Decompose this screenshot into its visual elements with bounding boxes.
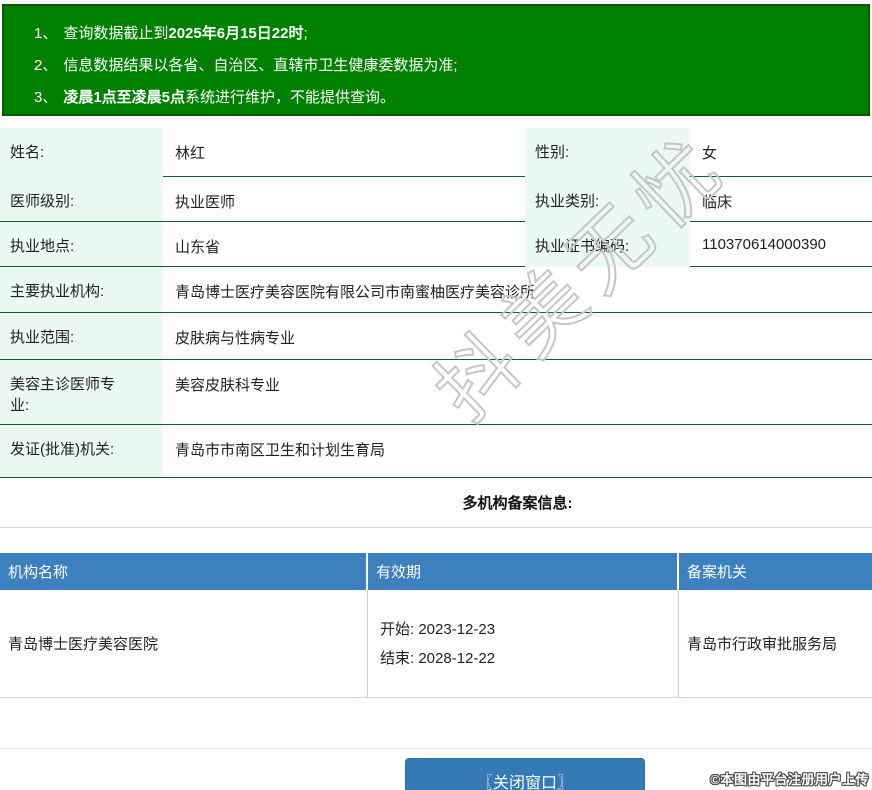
table-row-main-institution: 主要执业机构: 青岛博士医疗美容医院有限公司市南蜜柚医疗美容诊所 bbox=[0, 267, 872, 313]
notice-text: 信息数据结果以各省、自治区、直辖市卫生健康委数据为准; bbox=[63, 57, 458, 74]
table-row-cosmetic-specialty: 美容主诊医师专业: 美容皮肤科专业 bbox=[0, 360, 872, 425]
notice-line-3: 3、 凌晨1点至凌晨5点系统进行维护，不能提供查询。 bbox=[34, 82, 858, 114]
validity-end-line: 结束: 2028-12-22 bbox=[380, 644, 495, 673]
filing-table-row: 青岛博士医疗美容医院 开始: 2023-12-23 结束: 2028-12-22… bbox=[0, 590, 872, 698]
validity-end-label: 结束: bbox=[380, 649, 415, 667]
field-value-main-institution: 青岛博士医疗美容医院有限公司市南蜜柚医疗美容诊所 bbox=[163, 267, 872, 313]
notice-line-2: 2、 信息数据结果以各省、自治区、直辖市卫生健康委数据为准; bbox=[34, 50, 858, 82]
field-value-practice-category: 临床 bbox=[690, 177, 872, 222]
field-value-gender: 女 bbox=[690, 128, 872, 177]
notice-number: 3、 bbox=[34, 89, 58, 106]
notice-text-bold: 2025年6月15日22时 bbox=[168, 25, 304, 42]
table-row-location-certificate: 执业地点: 山东省 执业证书编码: 110370614000390 bbox=[0, 222, 872, 267]
close-window-button[interactable]: 〖关闭窗口〗 bbox=[405, 758, 645, 790]
field-value-practice-scope: 皮肤病与性病专业 bbox=[163, 313, 872, 360]
field-label-practice-category: 执业类别: bbox=[525, 177, 690, 222]
field-value-name: 林红 bbox=[163, 128, 525, 177]
field-label-name: 姓名: bbox=[0, 128, 163, 177]
field-value-practice-location: 山东省 bbox=[163, 222, 525, 267]
validity-start-line: 开始: 2023-12-23 bbox=[380, 615, 495, 644]
notice-text-bold: 凌晨1点至凌晨5点 bbox=[63, 89, 186, 106]
field-label-practice-scope: 执业范围: bbox=[0, 313, 163, 360]
filing-cell-validity-period: 开始: 2023-12-23 结束: 2028-12-22 bbox=[368, 590, 679, 698]
table-row-practice-scope: 执业范围: 皮肤病与性病专业 bbox=[0, 313, 872, 360]
notice-number: 2、 bbox=[34, 57, 58, 74]
field-value-issuing-authority: 青岛市市南区卫生和计划生育局 bbox=[163, 425, 872, 478]
table-row-issuing-authority: 发证(批准)机关: 青岛市市南区卫生和计划生育局 bbox=[0, 425, 872, 478]
field-label-gender: 性别: bbox=[525, 128, 690, 177]
notice-text: ; bbox=[303, 25, 308, 42]
field-label-certificate-number: 执业证书编码: bbox=[525, 222, 690, 267]
notice-text: 系统进行维护，不能提供查询。 bbox=[185, 89, 396, 106]
column-header-institution-name: 机构名称 bbox=[0, 553, 366, 590]
field-value-certificate-number: 110370614000390 bbox=[690, 222, 872, 267]
column-header-validity-period: 有效期 bbox=[368, 553, 677, 590]
validity-end-date: 2028-12-22 bbox=[418, 649, 496, 667]
table-row-level-category: 医师级别: 执业医师 执业类别: 临床 bbox=[0, 177, 872, 222]
filing-cell-institution-name: 青岛博士医疗美容医院 bbox=[0, 590, 368, 698]
field-value-cosmetic-specialty: 美容皮肤科专业 bbox=[163, 360, 872, 425]
field-label-issuing-authority: 发证(批准)机关: bbox=[0, 425, 163, 478]
field-label-practice-location: 执业地点: bbox=[0, 222, 163, 267]
field-label-cosmetic-specialty: 美容主诊医师专业: bbox=[0, 360, 163, 425]
multi-institution-filing-table: 机构名称 有效期 备案机关 青岛博士医疗美容医院 开始: 2023-12-23 … bbox=[0, 553, 872, 698]
uploader-stamp: ©本图由平台注册用户上传 bbox=[710, 772, 869, 787]
practitioner-query-result-page: 1、 查询数据截止到2025年6月15日22时; 2、 信息数据结果以各省、自治区、… bbox=[0, 0, 872, 790]
footer-divider bbox=[0, 748, 872, 749]
field-label-main-institution: 主要执业机构: bbox=[0, 267, 163, 313]
table-row-name-gender: 姓名: 林红 性别: 女 bbox=[0, 128, 872, 177]
notice-number: 1、 bbox=[34, 25, 58, 42]
section-title: 多机构备案信息: bbox=[462, 495, 573, 512]
validity-start-label: 开始: bbox=[380, 620, 415, 638]
notice-line-1: 1、 查询数据截止到2025年6月15日22时; bbox=[34, 18, 858, 50]
field-label-doctor-level: 医师级别: bbox=[0, 177, 163, 222]
practitioner-info-table: 姓名: 林红 性别: 女 医师级别: 执业医师 执业类别: 临床 执业地点: 山… bbox=[0, 128, 872, 478]
field-value-doctor-level: 执业医师 bbox=[163, 177, 525, 222]
section-title-row: 多机构备案信息: bbox=[0, 478, 872, 528]
notice-banner: 1、 查询数据截止到2025年6月15日22时; 2、 信息数据结果以各省、自治区、… bbox=[2, 4, 870, 116]
filing-table-header: 机构名称 有效期 备案机关 bbox=[0, 553, 872, 590]
filing-cell-filing-authority: 青岛市行政审批服务局 bbox=[679, 590, 872, 698]
notice-text: 查询数据截止到 bbox=[63, 25, 169, 42]
column-header-filing-authority: 备案机关 bbox=[679, 553, 872, 590]
validity-start-date: 2023-12-23 bbox=[418, 620, 496, 638]
